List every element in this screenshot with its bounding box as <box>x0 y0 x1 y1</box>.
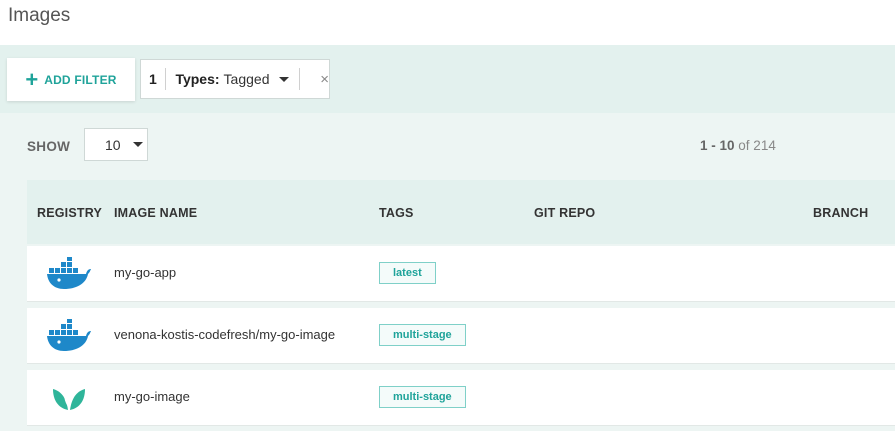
close-icon[interactable]: × <box>310 71 329 88</box>
pagination-total: of 214 <box>738 138 776 153</box>
page-size-value: 10 <box>105 136 121 153</box>
divider <box>299 68 301 90</box>
filter-chip: 1 Types: Tagged × <box>140 59 330 99</box>
image-name[interactable]: my-go-app <box>114 265 176 280</box>
add-filter-button[interactable]: + ADD FILTER <box>7 58 135 101</box>
image-name[interactable]: venona-kostis-codefresh/my-go-image <box>114 327 335 342</box>
header-tags[interactable]: TAGS <box>379 206 414 220</box>
add-filter-label: ADD FILTER <box>44 72 117 87</box>
filter-type-key: Types: <box>175 71 220 87</box>
table-header: REGISTRY IMAGE NAME TAGS GIT REPO BRANCH <box>27 180 895 244</box>
plus-icon: + <box>25 66 39 92</box>
header-registry[interactable]: REGISTRY <box>37 206 102 220</box>
filter-type-dropdown[interactable]: Types: Tagged <box>165 71 290 87</box>
pagination-range: 1 - 10 <box>700 138 735 153</box>
page-size-select[interactable]: 10 <box>84 128 148 161</box>
codefresh-leaf-icon <box>51 380 87 419</box>
header-branch[interactable]: BRANCH <box>813 206 868 220</box>
pagination-info: 1 - 10 of 214 <box>700 138 776 153</box>
chevron-down-icon <box>279 76 290 82</box>
table-row[interactable]: venona-kostis-codefresh/my-go-image mult… <box>27 308 895 364</box>
chevron-down-icon <box>132 142 143 147</box>
tag-badge[interactable]: multi-stage <box>379 324 466 346</box>
docker-icon <box>46 318 92 358</box>
show-label: SHOW <box>27 139 71 154</box>
table-row[interactable]: my-go-app latest <box>27 246 895 302</box>
tag-badge[interactable]: latest <box>379 262 436 284</box>
image-name[interactable]: my-go-image <box>114 389 190 404</box>
header-git-repo[interactable]: GIT REPO <box>534 206 595 220</box>
title-bar: Images <box>0 0 895 45</box>
filter-type-value: Tagged <box>223 71 270 87</box>
table-row[interactable]: my-go-image multi-stage <box>27 370 895 426</box>
header-image-name[interactable]: IMAGE NAME <box>114 206 197 220</box>
tag-badge[interactable]: multi-stage <box>379 386 466 408</box>
filter-count: 1 <box>148 71 157 87</box>
page-title: Images <box>8 5 71 26</box>
docker-icon <box>46 256 92 296</box>
